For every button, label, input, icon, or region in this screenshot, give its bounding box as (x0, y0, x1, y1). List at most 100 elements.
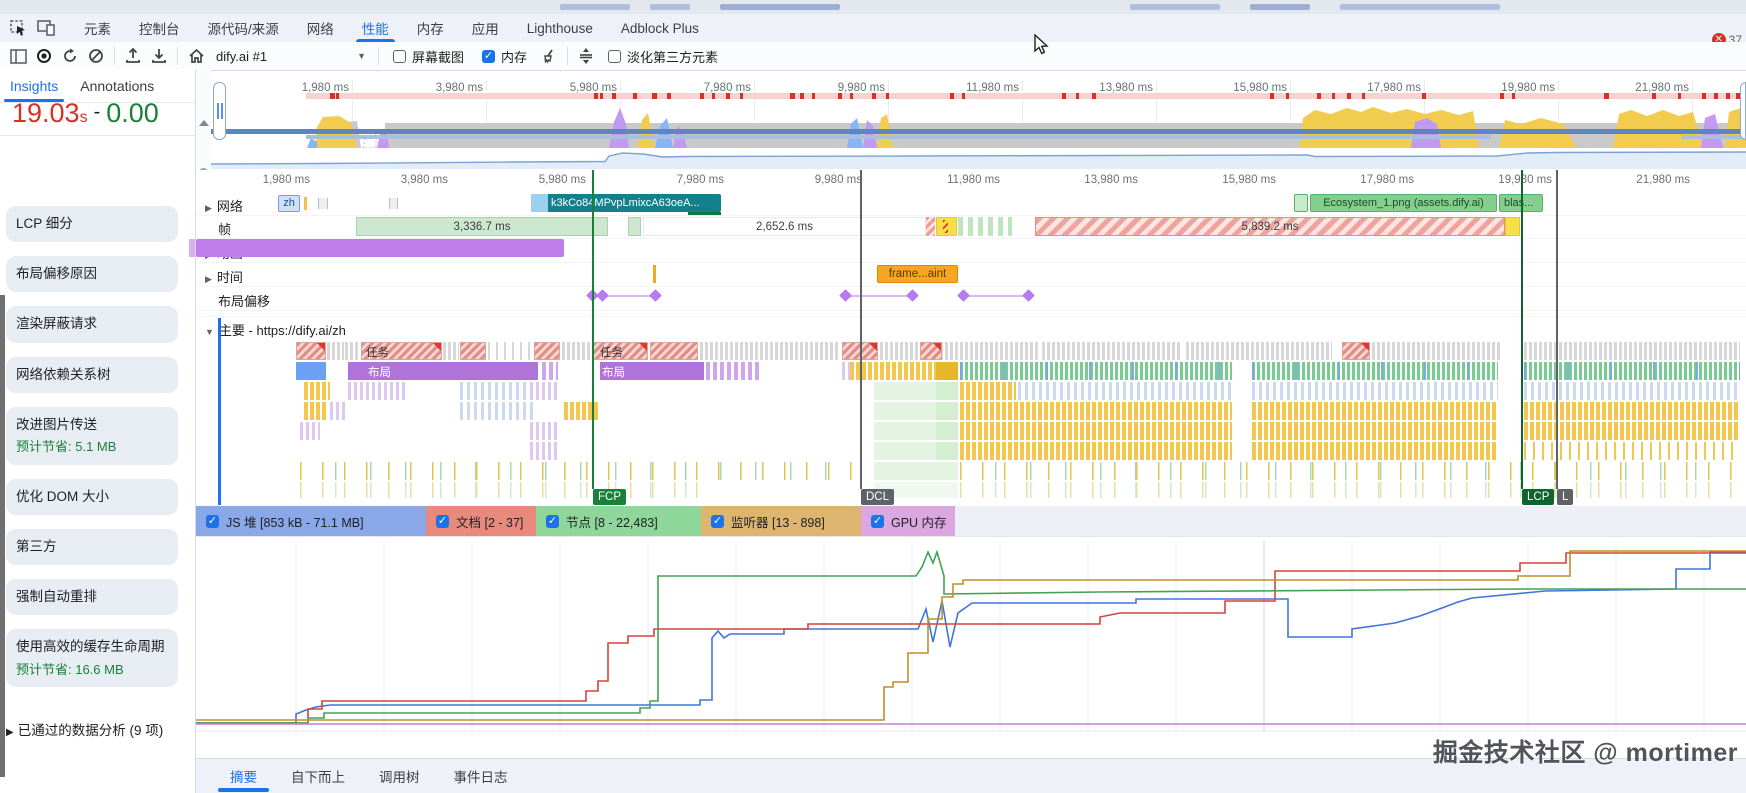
insight-card[interactable]: 第三方 (6, 529, 178, 565)
collapse-panels-icon[interactable] (574, 45, 598, 67)
marker-badge-FCP[interactable]: FCP (593, 489, 626, 505)
network-request-script[interactable]: k3kCo84MPvpLmixcA63oeA... (531, 194, 721, 212)
timings-track[interactable]: frame...aint (196, 263, 1746, 286)
insight-card[interactable]: 改进图片传送预计节省: 5.1 MB (6, 407, 178, 465)
long-task-mark (800, 93, 804, 99)
clear-button[interactable] (84, 45, 108, 67)
insight-card[interactable]: 布局偏移原因 (6, 256, 178, 292)
details-tab-调用树[interactable]: 调用树 (367, 759, 432, 793)
layout-shift-diamond[interactable] (906, 289, 919, 302)
layout-shift-diamond[interactable] (649, 289, 662, 302)
timeline-ruler: 1,980 ms3,980 ms5,980 ms7,980 ms9,980 ms… (196, 170, 1746, 193)
network-request-mini[interactable] (1294, 194, 1308, 212)
counter-chip-监听器 [13 - 898][interactable]: ✓监听器 [13 - 898] (701, 506, 861, 536)
network-request-mark[interactable] (389, 198, 398, 209)
metric-lcp-time[interactable]: 19.03s (12, 103, 88, 129)
metric-cls-value[interactable]: 0.00 (106, 103, 159, 129)
sidebar-tab-Annotations[interactable]: Annotations (80, 70, 154, 102)
frames-track[interactable]: 3,336.7 ms 2,652.6 ms 5,839.2 ms (196, 215, 1746, 238)
insight-card[interactable]: 网络依赖关系树 (6, 357, 178, 393)
dropped-frame-bar[interactable] (1505, 217, 1520, 236)
save-profile-icon[interactable] (147, 45, 171, 67)
network-track[interactable]: zh k3kCo84MPvpLmixcA63oeA... Ecosystem_1… (196, 192, 1746, 215)
insight-card[interactable]: 使用高效的缓存生命周期预计节省: 16.6 MB (6, 629, 178, 687)
passed-insights-toggle[interactable]: ▶已通过的数据分析 (9 项) (6, 722, 186, 741)
tab-应用[interactable]: 应用 (458, 14, 513, 42)
insight-card[interactable]: LCP 细分 (6, 206, 178, 242)
track-main-label[interactable]: ▼主要 - https://dify.ai/zh (205, 320, 346, 339)
frame-duration-bar[interactable]: 2,652.6 ms (643, 217, 926, 236)
memory-checkbox[interactable]: ✓ 内存 (482, 47, 527, 66)
layout-shift-diamond[interactable] (839, 289, 852, 302)
load-profile-icon[interactable] (121, 45, 145, 67)
marker-line-L (1556, 170, 1558, 489)
tab-网络[interactable]: 网络 (293, 14, 348, 42)
main-flame-chart[interactable]: 任务任务布局布局 (196, 340, 1746, 500)
dropped-frame-bar[interactable] (936, 217, 957, 236)
long-task-mark (667, 93, 671, 99)
overview-left-handle[interactable] (213, 82, 226, 140)
frame-duration-bar-striped[interactable]: 5,839.2 ms (1035, 217, 1505, 236)
reload-and-record-button[interactable] (58, 45, 82, 67)
tab-源代码/来源[interactable]: 源代码/来源 (194, 14, 293, 42)
frame-strip-bar[interactable] (958, 217, 1012, 236)
marker-badge-LCP[interactable]: LCP (1522, 489, 1554, 505)
animation-bar[interactable] (196, 239, 564, 257)
timing-marker-chip[interactable]: frame...aint (877, 265, 958, 283)
layout-shift-diamond[interactable] (596, 289, 609, 302)
counter-chip-GPU 内存[interactable]: ✓ GPU 内存 (861, 506, 955, 536)
timeline-overview[interactable]: 1,980 ms3,980 ms5,980 ms7,980 ms9,980 ms… (211, 80, 1746, 143)
insight-card[interactable]: 渲染屏蔽请求 (6, 306, 178, 342)
network-request-mark[interactable] (318, 198, 328, 209)
layout-shift-diamond[interactable] (1022, 289, 1035, 302)
layout-shifts-track[interactable] (196, 287, 1746, 310)
frame-bar-small[interactable] (628, 217, 641, 236)
animations-track[interactable] (196, 239, 1746, 262)
insight-card-title: 改进图片传送 (16, 416, 168, 434)
details-tab-摘要[interactable]: 摘要 (218, 759, 269, 793)
layout-shift-diamond[interactable] (957, 289, 970, 302)
fade-third-party-checkbox[interactable]: 淡化第三方元素 (608, 47, 718, 66)
tab-控制台[interactable]: 控制台 (125, 14, 194, 42)
network-request-zh[interactable]: zh (278, 195, 300, 212)
marker-badge-DCL[interactable]: DCL (861, 489, 894, 505)
record-button[interactable] (32, 45, 56, 67)
long-task-mark (600, 93, 603, 99)
tab-性能[interactable]: 性能 (348, 14, 403, 42)
sidebar-tab-Insights[interactable]: Insights (10, 70, 58, 102)
screenshots-checkbox[interactable]: 屏幕截图 (393, 47, 464, 66)
tab-元素[interactable]: 元素 (70, 14, 125, 42)
counter-chip-节点 [8 - 22,483][interactable]: ✓节点 [8 - 22,483] (536, 506, 701, 536)
counter-chip-JS 堆 [853 kB - 71.1 MB][interactable]: ✓JS 堆 [853 kB - 71.1 MB] (196, 506, 426, 536)
details-tab-自下而上[interactable]: 自下而上 (279, 759, 357, 793)
counter-chip-文档 [2 - 37][interactable]: ✓文档 [2 - 37] (426, 506, 536, 536)
home-icon[interactable] (184, 45, 208, 67)
history-select[interactable]: dify.ai #1 ▼ (210, 46, 372, 66)
partial-frame-bar[interactable] (926, 217, 935, 236)
insight-card[interactable]: 强制自动重排 (6, 579, 178, 615)
checkbox-checked-icon[interactable]: ✓ (436, 515, 449, 528)
checkbox-checked-icon[interactable]: ✓ (871, 515, 884, 528)
marker-badge-L[interactable]: L (1557, 489, 1573, 505)
tab-Adblock Plus[interactable]: Adblock Plus (607, 14, 713, 42)
checkbox-checked-icon[interactable]: ✓ (546, 515, 559, 528)
frame-duration-bar[interactable]: 3,336.7 ms (356, 217, 608, 236)
tab-内存[interactable]: 内存 (403, 14, 458, 42)
checkbox-checked-icon[interactable]: ✓ (711, 515, 724, 528)
checkbox-checked-icon[interactable]: ✓ (206, 515, 219, 528)
insight-card-title: 使用高效的缓存生命周期 (16, 638, 168, 656)
details-tab-事件日志[interactable]: 事件日志 (442, 759, 520, 793)
inspect-element-icon[interactable] (8, 18, 28, 38)
scroll-up-icon[interactable] (199, 120, 209, 126)
network-request-image[interactable]: Ecosystem_1.png (assets.dify.ai) (1310, 194, 1497, 212)
tab-Lighthouse[interactable]: Lighthouse (513, 14, 607, 42)
insight-card[interactable]: 优化 DOM 大小 (6, 479, 178, 515)
device-toolbar-icon[interactable] (36, 18, 56, 38)
chevron-down-icon: ▼ (357, 51, 366, 61)
counter-label: GPU 内存 (891, 512, 947, 531)
toggle-sidebar-icon[interactable] (6, 45, 30, 67)
memory-counter-graph[interactable] (196, 536, 1746, 759)
garbage-collect-icon[interactable] (537, 45, 561, 67)
network-request-tiny[interactable] (304, 197, 307, 210)
overview-right-handle[interactable] (1740, 82, 1746, 140)
